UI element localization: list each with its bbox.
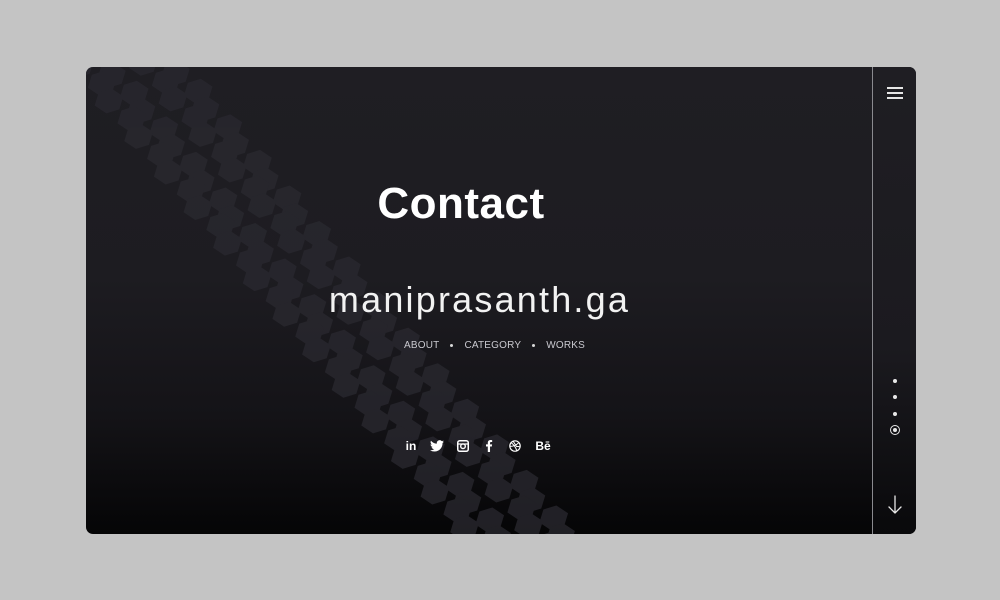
site-domain: maniprasanth.ga: [86, 279, 873, 321]
main-content: Contact maniprasanth.ga ABOUT CATEGORY W…: [86, 67, 873, 534]
dribbble-icon[interactable]: [508, 439, 522, 453]
page-title: Contact: [86, 179, 873, 229]
facebook-icon[interactable]: [482, 439, 496, 453]
nav-separator-dot: [450, 344, 454, 347]
linkedin-icon[interactable]: in: [404, 439, 418, 453]
behance-icon[interactable]: Bē: [534, 439, 552, 453]
app-window: Contact maniprasanth.ga ABOUT CATEGORY W…: [86, 67, 916, 534]
twitter-icon[interactable]: [430, 439, 444, 453]
hamburger-menu-icon[interactable]: [887, 87, 903, 99]
nav-links: ABOUT CATEGORY WORKS: [404, 340, 585, 351]
page-title-text: Contact: [377, 179, 545, 228]
nav-about-link[interactable]: ABOUT: [404, 340, 439, 351]
site-domain-text: maniprasanth.ga: [328, 279, 631, 320]
pager-dot-4-active[interactable]: [890, 425, 900, 435]
instagram-icon[interactable]: [456, 439, 470, 453]
pager-dot-1[interactable]: [893, 379, 897, 383]
right-sidebar: [872, 67, 916, 534]
pager-dot-3[interactable]: [893, 412, 897, 416]
pager-dot-2[interactable]: [893, 395, 897, 399]
arrow-down-icon[interactable]: [888, 495, 902, 515]
linkedin-icon-label: in: [405, 439, 417, 453]
nav-separator-dot: [532, 344, 536, 347]
nav-works-link[interactable]: WORKS: [546, 340, 585, 351]
nav-category-link[interactable]: CATEGORY: [464, 340, 521, 351]
social-links: in Bē: [404, 439, 564, 453]
